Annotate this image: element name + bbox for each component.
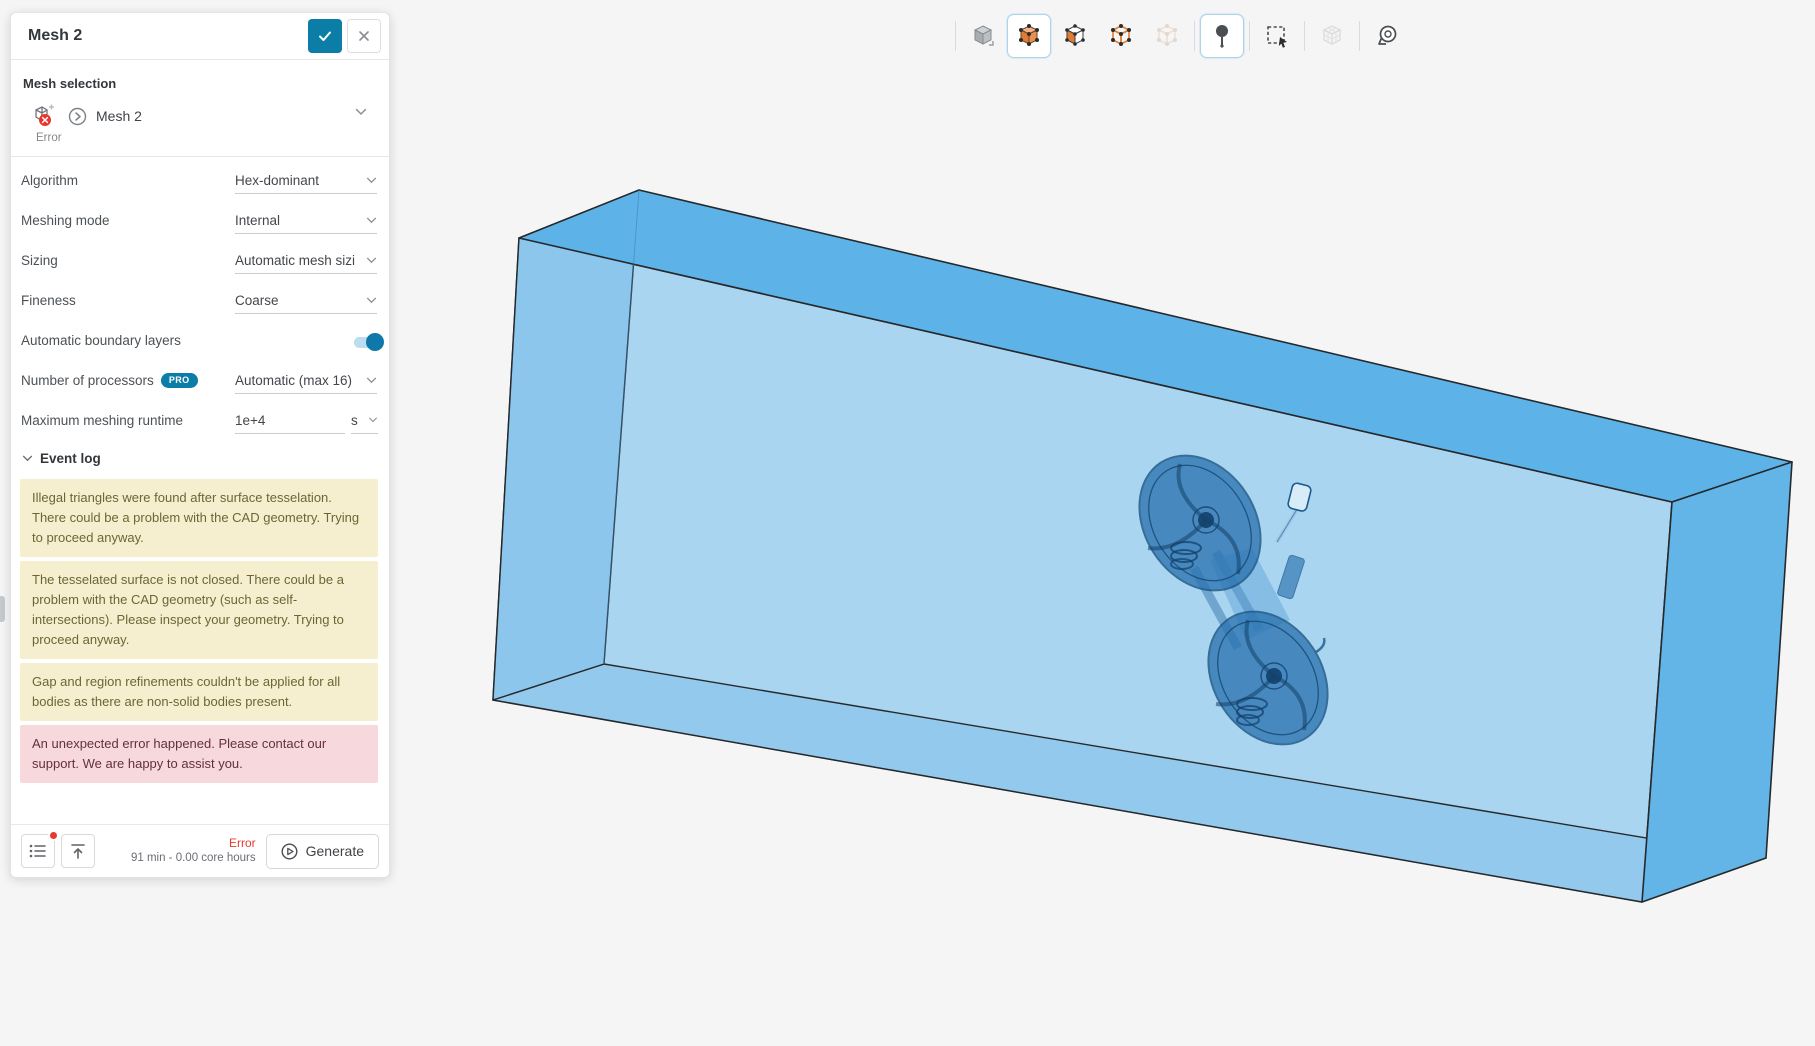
toolbar-separator [955,21,956,51]
mesh-error-icon [35,104,54,126]
event-list-button[interactable] [21,830,59,868]
panel-collapse-handle[interactable] [0,596,5,622]
sizing-select[interactable]: Automatic mesh sizi [235,247,377,274]
run-status: Error 91 min - 0.00 core hours [95,836,266,865]
chevron-down-icon [366,257,377,263]
form-row-runtime: Maximum meshing runtime s [11,401,389,441]
select-edges-cube-icon[interactable] [1099,14,1143,58]
event-log-warning: Illegal triangles were found after surfa… [20,479,378,557]
toggle-knob [366,333,384,351]
event-log-warning: Gap and region refinements couldn't be a… [20,663,378,721]
viewport-toolbar [952,10,1409,62]
meshing-mode-select[interactable]: Internal [235,207,377,234]
boundary-layers-toggle[interactable] [352,332,384,352]
close-icon [359,31,369,41]
measure-tape-icon[interactable] [1365,14,1409,58]
upload-icon [71,843,85,859]
generate-button[interactable]: Generate [265,833,379,869]
algorithm-label: Algorithm [21,173,79,188]
panel-footer: Error 91 min - 0.00 core hours Generate [11,824,389,877]
notification-dot [48,830,59,841]
fineness-select[interactable]: Coarse [235,287,377,314]
fineness-label: Fineness [21,293,76,308]
event-log-error: An unexpected error happened. Please con… [20,725,378,783]
form-row-boundary-layers: Automatic boundary layers [11,321,389,361]
event-log-messages: Illegal triangles were found after surfa… [11,479,389,783]
toolbar-separator [1249,21,1250,51]
chevron-down-icon[interactable] [355,108,367,116]
boundary-layers-label: Automatic boundary layers [21,333,181,348]
list-icon [29,844,46,858]
chevron-down-icon [369,417,377,423]
view-cube-icon[interactable] [961,14,1005,58]
panel-body: Mesh selection Mesh 2 Error Algorithm He… [11,60,389,824]
status-detail: 91 min - 0.00 core hours [130,852,256,865]
mesh-selection-label: Mesh selection [23,76,117,91]
close-button[interactable] [347,19,381,53]
runtime-input[interactable] [235,407,345,434]
event-log-label: Event log [40,451,101,466]
box-select-icon[interactable] [1255,14,1299,58]
runtime-unit-select[interactable]: s [351,407,378,434]
settings-form: Algorithm Hex-dominant Meshing mode Inte… [11,157,389,441]
algorithm-select[interactable]: Hex-dominant [235,167,377,194]
toolbar-separator [1359,21,1360,51]
mesh-item-name: Mesh 2 [96,108,142,124]
meshing-mode-label: Meshing mode [21,213,110,228]
chevron-down-icon [366,217,377,223]
upload-button[interactable] [61,834,95,868]
form-row-processors: Number of processors PRO Automatic (max … [11,361,389,401]
chevron-down-icon [22,455,33,462]
check-icon [319,31,331,41]
processors-select[interactable]: Automatic (max 16) [235,367,377,394]
page-title: Mesh 2 [28,27,83,44]
form-row-sizing: Sizing Automatic mesh sizi [11,241,389,281]
sizing-label: Sizing [21,253,58,268]
event-log-toggle[interactable]: Event log [22,451,377,466]
select-faces-cube-icon[interactable] [1053,14,1097,58]
form-row-fineness: Fineness Coarse [11,281,389,321]
panel-header: Mesh 2 [11,13,389,60]
chevron-down-icon [366,297,377,303]
chevron-down-icon [366,377,377,383]
mesh-status-text: Error [36,132,62,144]
runtime-label: Maximum meshing runtime [21,413,184,428]
toolbar-separator [1194,21,1195,51]
mesh-view-icon [1310,14,1354,58]
event-log-warning: The tesselated surface is not closed. Th… [20,561,378,659]
select-volumes-cube-icon[interactable] [1007,14,1051,58]
chevron-down-icon [366,177,377,183]
status-badge: Error [228,836,256,851]
probe-pin-icon[interactable] [1200,14,1244,58]
processors-label: Number of processors PRO [21,373,198,388]
form-row-algorithm: Algorithm Hex-dominant [11,161,389,201]
play-circle-icon [281,842,298,860]
pro-badge: PRO [160,373,198,388]
confirm-button[interactable] [308,19,342,53]
mesh-selection-item[interactable]: Mesh 2 [32,104,377,128]
expand-circle-icon[interactable] [68,107,87,126]
mesh-settings-panel: Mesh 2 Mesh selection Mesh 2 Error Algor… [10,12,390,878]
select-vertices-cube-icon [1145,14,1189,58]
form-row-meshing-mode: Meshing mode Internal [11,201,389,241]
toolbar-separator [1304,21,1305,51]
